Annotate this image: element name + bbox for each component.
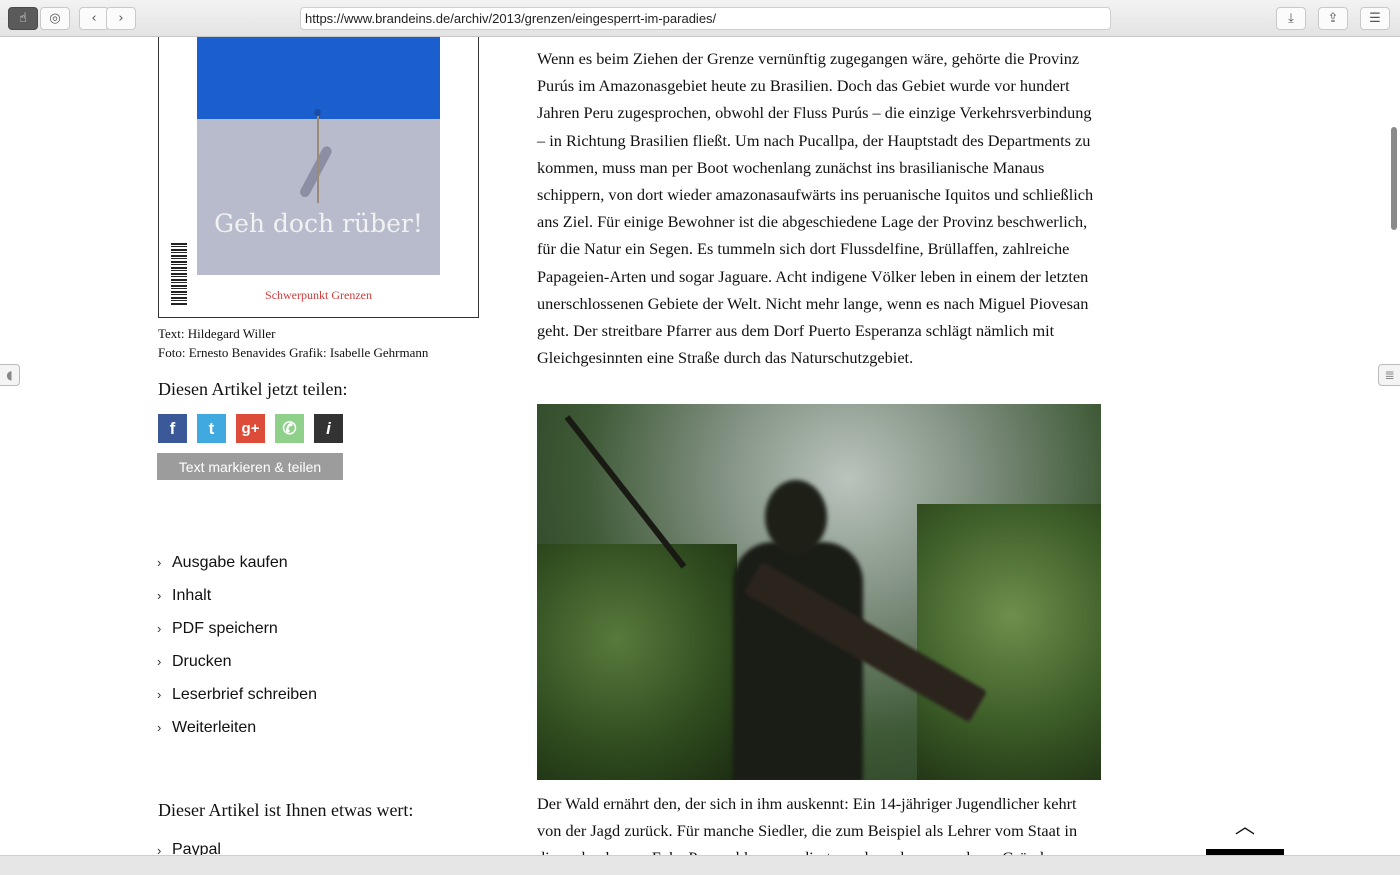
photo-foliage-left — [537, 544, 737, 780]
menu-item-save-pdf[interactable]: › PDF speichern — [157, 612, 317, 645]
continuation-line: Der Wald ernährt den, der sich in ihm au… — [537, 794, 1077, 813]
article-paragraph: Wenn es beim Ziehen der Grenze vernünfti… — [537, 49, 1094, 368]
share-heading: Diesen Artikel jetzt teilen: — [158, 379, 348, 399]
download-icon[interactable]: ⤓ — [1276, 7, 1306, 30]
chevron-right-icon: › — [157, 621, 162, 636]
photo-figure-head — [765, 480, 827, 554]
article-credits: Text: Hildegard Willer Foto: Ernesto Ben… — [158, 324, 428, 362]
scroll-to-top-icon[interactable]: ︿ — [1230, 812, 1260, 838]
google-plus-icon[interactable]: g+ — [236, 414, 265, 443]
reader-list-icon[interactable]: ≣ — [1378, 364, 1400, 386]
address-bar[interactable]: https://www.brandeins.de/archiv/2013/gre… — [300, 7, 1111, 30]
sidebar-toggle-icon[interactable]: ◖ — [0, 364, 20, 386]
mark-and-share-button[interactable]: Text markieren & teilen — [157, 453, 343, 480]
chevron-right-icon: › — [157, 555, 162, 570]
pointer-icon[interactable]: ☝ — [8, 7, 38, 30]
barcode-icon — [171, 243, 187, 305]
back-icon[interactable]: ‹ — [79, 7, 109, 30]
author-credit: Text: Hildegard Willer — [158, 326, 276, 341]
chevron-right-icon: › — [157, 654, 162, 669]
cover-sky — [197, 37, 440, 119]
article-actions-menu: › Ausgabe kaufen › Inhalt › PDF speichern ›… — [157, 546, 317, 744]
cover-pin — [317, 111, 319, 203]
facebook-icon[interactable]: f — [158, 414, 187, 443]
share-icon[interactable]: ⇪ — [1318, 7, 1348, 30]
scrollbar-thumb[interactable] — [1391, 127, 1397, 230]
twitter-icon[interactable]: t — [197, 414, 226, 443]
support-heading: Dieser Artikel ist Ihnen etwas wert: — [158, 800, 414, 820]
chevron-right-icon: › — [157, 720, 162, 735]
menu-item-buy-issue[interactable]: › Ausgabe kaufen — [157, 546, 317, 579]
reading-list-icon[interactable]: ☰ — [1360, 7, 1390, 30]
cover-title: Geh doch rüber! — [214, 209, 423, 238]
menu-item-letter[interactable]: › Leserbrief schreiben — [157, 678, 317, 711]
menu-item-contents[interactable]: › Inhalt — [157, 579, 317, 612]
cover-subtitle: Schwerpunkt Grenzen — [265, 288, 372, 302]
photo-foliage-right — [917, 504, 1101, 780]
magazine-cover[interactable]: Geh doch rüber! Schwerpunkt Grenzen — [158, 37, 479, 318]
chevron-right-icon: › — [157, 687, 162, 702]
whatsapp-icon[interactable]: ✆ — [275, 414, 304, 443]
browser-status-bar — [0, 855, 1400, 875]
menu-item-forward[interactable]: › Weiterleiten — [157, 711, 317, 744]
cover-pinhead — [314, 109, 321, 116]
forward-icon[interactable]: › — [106, 7, 136, 30]
photo-credit: Foto: Ernesto Benavides Grafik: Isabelle… — [158, 345, 429, 360]
info-icon[interactable]: i — [314, 414, 343, 443]
chevron-right-icon: › — [157, 588, 162, 603]
browser-toolbar: ☝ ◎ ‹ › https://www.brandeins.de/archiv/… — [0, 0, 1400, 37]
share-icons: f t g+ ✆ i — [158, 414, 343, 443]
continuation-line: diese abgelegene Ecke Perus abkommandier… — [537, 844, 1103, 855]
article-photo — [537, 404, 1101, 780]
menu-item-print[interactable]: › Drucken — [157, 645, 317, 678]
article-continuation: Der Wald ernährt den, der sich in ihm au… — [537, 790, 1103, 855]
continuation-line: von der Jagd zurück. Für manche Siedler,… — [537, 821, 1078, 841]
screenshot-icon[interactable]: ◎ — [40, 7, 70, 30]
